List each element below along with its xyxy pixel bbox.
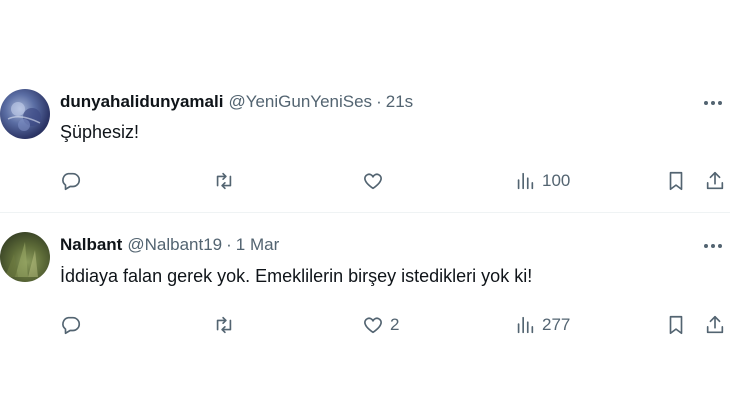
tweet[interactable]: Nalbant @Nalbant19 · 1 Mar İddiaya falan… — [0, 213, 730, 353]
retweet-button[interactable] — [213, 312, 235, 338]
share-icon — [706, 171, 724, 190]
separator-dot: · — [226, 235, 232, 254]
user-handle[interactable]: @Nalbant19 — [127, 235, 222, 255]
retweet-icon — [216, 316, 232, 334]
user-handle[interactable]: @YeniGunYeniSes — [228, 92, 372, 112]
heart-icon — [364, 173, 382, 190]
avatar[interactable] — [0, 89, 50, 139]
reply-icon — [62, 172, 81, 191]
tweet-header: dunyahalidunyamali @YeniGunYeniSes · 21s — [60, 92, 413, 112]
tweet-header: Nalbant @Nalbant19 · 1 Mar — [60, 235, 279, 255]
share-button[interactable] — [704, 312, 726, 338]
tweet-actions: 2 277 — [0, 312, 730, 338]
bar-chart-icon — [517, 172, 534, 190]
separator-dot: · — [376, 92, 382, 111]
timestamp[interactable]: 21s — [386, 92, 413, 112]
like-button[interactable]: 2 — [362, 312, 399, 338]
retweet-button[interactable] — [213, 168, 235, 194]
tweet-actions: 100 — [0, 168, 730, 194]
reply-icon — [62, 316, 81, 335]
tweet-text: Şüphesiz! — [60, 122, 140, 142]
retweet-icon — [216, 172, 232, 190]
timestamp[interactable]: 1 Mar — [236, 235, 279, 255]
share-icon — [706, 315, 724, 334]
heart-icon — [364, 317, 382, 334]
reply-button[interactable] — [60, 168, 82, 194]
bookmark-button[interactable] — [665, 168, 687, 194]
views-button[interactable]: 277 — [514, 312, 570, 338]
more-horizontal-icon[interactable] — [702, 235, 724, 257]
display-name[interactable]: Nalbant — [60, 235, 122, 255]
bookmark-icon — [669, 315, 683, 335]
more-horizontal-icon[interactable] — [702, 92, 724, 114]
views-button[interactable]: 100 — [514, 168, 570, 194]
reply-button[interactable] — [60, 312, 82, 338]
view-count: 100 — [542, 171, 571, 190]
bookmark-icon — [669, 171, 683, 191]
avatar[interactable] — [0, 232, 50, 282]
tweet-text: İddiaya falan gerek yok. Emeklilerin bir… — [60, 266, 533, 286]
like-count: 2 — [390, 315, 400, 334]
bookmark-button[interactable] — [665, 312, 687, 338]
display-name[interactable]: dunyahalidunyamali — [60, 92, 223, 112]
bar-chart-icon — [517, 316, 534, 334]
like-button[interactable] — [362, 168, 390, 194]
share-button[interactable] — [704, 168, 726, 194]
tweet[interactable]: dunyahalidunyamali @YeniGunYeniSes · 21s… — [0, 84, 730, 212]
view-count: 277 — [542, 315, 571, 334]
